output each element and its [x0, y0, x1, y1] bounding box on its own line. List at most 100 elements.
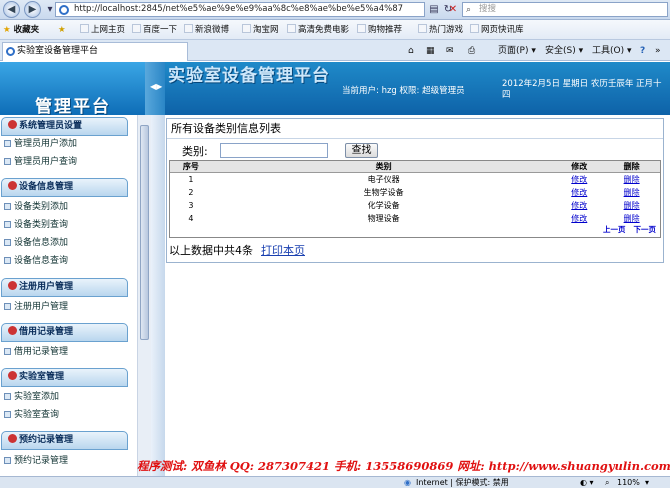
- delete-link[interactable]: 删除: [624, 188, 640, 197]
- fav-link-movies[interactable]: 高清免费电影: [287, 23, 349, 37]
- column-header-delete: 删除: [603, 161, 660, 173]
- fav-link-baidu[interactable]: 百度一下: [132, 23, 177, 37]
- compat-view-icon[interactable]: ▤: [427, 3, 441, 17]
- summary-line: 以上数据中共4条 打印本页: [169, 243, 305, 259]
- sidebar-item-category-add[interactable]: 设备类别添加: [4, 200, 68, 214]
- section-icon: [8, 281, 17, 290]
- section-header-reservation[interactable]: 预约记录管理: [1, 431, 128, 450]
- address-bar-row: ◀ ▶ ▾ http://localhost:2845/net%e5%ae%9e…: [0, 0, 670, 20]
- zoom-icon: ⌕: [605, 478, 610, 487]
- category-filter-label: 类别:: [182, 145, 208, 158]
- footer-credits: 程序测试: 双鱼林 QQ: 287307421 手机: 13558690869 …: [137, 459, 670, 473]
- zoom-dropdown-icon[interactable]: ▾: [645, 477, 649, 488]
- favorites-bar: ★ 收藏夹 ★ 上网主页 百度一下 新浪微博 淘宝网 高清免费电影 购物推荐 热…: [0, 20, 670, 40]
- section-header-users[interactable]: 注册用户管理: [1, 278, 128, 297]
- table-row: 1 电子仪器 修改 删除: [170, 173, 660, 186]
- prev-page-link[interactable]: 上一页: [603, 225, 626, 234]
- search-placeholder: 搜搜: [479, 4, 497, 14]
- delete-link[interactable]: 删除: [624, 214, 640, 223]
- ie-icon: [59, 5, 69, 15]
- browser-tab[interactable]: 实验室设备管理平台: [2, 42, 188, 61]
- row-category: 化学设备: [367, 200, 400, 210]
- fav-link-taobao[interactable]: 淘宝网: [242, 23, 279, 37]
- frame-splitter[interactable]: [151, 115, 165, 488]
- help-icon[interactable]: ?: [640, 44, 645, 58]
- back-button[interactable]: ◀: [3, 1, 20, 18]
- fav-link-games[interactable]: 热门游戏: [418, 23, 463, 37]
- section-header-lab[interactable]: 实验室管理: [1, 368, 128, 387]
- search-icon: ⌕: [466, 5, 472, 15]
- fav-link-homepage[interactable]: 上网主页: [80, 23, 125, 37]
- print-icon[interactable]: ⎙: [468, 44, 475, 58]
- category-filter-input[interactable]: [220, 143, 328, 158]
- protected-mode-icon[interactable]: ◐ ▾: [580, 477, 594, 488]
- delete-link[interactable]: 删除: [624, 201, 640, 210]
- sidebar-item-borrow-manage[interactable]: 借用记录管理: [4, 345, 68, 359]
- row-category: 物理设备: [367, 213, 400, 223]
- stop-icon[interactable]: ✕: [446, 3, 460, 17]
- feed-icon[interactable]: ▦: [426, 44, 435, 58]
- row-category: 生物学设备: [363, 187, 404, 197]
- section-icon: [8, 181, 17, 190]
- fav-link-webslices[interactable]: 网页快讯库: [470, 23, 524, 37]
- category-table: 序号 类别 修改 删除 1 电子仪器 修改 删除 2 生物学设备 修改 删除 3…: [169, 160, 661, 238]
- status-bar: ◉ Internet | 保护模式: 禁用 ◐ ▾ ⌕ 110% ▾: [0, 476, 670, 488]
- url-text: http://localhost:2845/net%e5%ae%9e%e9%aa…: [74, 4, 404, 14]
- search-input[interactable]: ⌕ 搜搜: [462, 2, 668, 17]
- zoom-level[interactable]: 110%: [617, 477, 640, 488]
- section-header-admin[interactable]: 系统管理员设置: [1, 117, 128, 136]
- globe-icon: ◉: [404, 478, 411, 487]
- more-icon[interactable]: »: [655, 44, 661, 58]
- safety-menu[interactable]: 安全(S) ▾: [545, 44, 583, 58]
- fav-link-weibo[interactable]: 新浪微博: [184, 23, 229, 37]
- page-menu[interactable]: 页面(P) ▾: [498, 44, 536, 58]
- section-header-borrow[interactable]: 借用记录管理: [1, 323, 128, 342]
- tab-title: 实验室设备管理平台: [17, 46, 99, 56]
- row-index: 1: [188, 174, 194, 184]
- print-page-link[interactable]: 打印本页: [261, 244, 305, 257]
- favorites-label: 收藏夹: [13, 25, 40, 35]
- sidebar-item-lab-add[interactable]: 实验室添加: [4, 390, 59, 404]
- sidebar-item-equipment-add[interactable]: 设备信息添加: [4, 236, 68, 250]
- collapse-toggle[interactable]: ◀▶: [145, 62, 165, 115]
- forward-button[interactable]: ▶: [24, 1, 41, 18]
- sidebar-item-admin-query[interactable]: 管理员用户查询: [4, 155, 77, 169]
- edit-link[interactable]: 修改: [571, 188, 587, 197]
- search-button[interactable]: 查找: [345, 143, 378, 158]
- page-header: 管理平台 ◀▶ 实验室设备管理平台 当前用户: hzg 权限: 超级管理员 20…: [0, 62, 670, 117]
- url-field[interactable]: http://localhost:2845/net%e5%ae%9e%e9%aa…: [55, 2, 425, 17]
- section-icon: [8, 434, 17, 443]
- record-count: 以上数据中共4条: [169, 244, 253, 257]
- fav-link-shopping[interactable]: 购物推荐: [357, 23, 402, 37]
- next-page-link[interactable]: 下一页: [634, 225, 657, 234]
- edit-link[interactable]: 修改: [571, 214, 587, 223]
- ie-icon: [6, 47, 15, 56]
- row-index: 3: [188, 200, 194, 210]
- section-header-equipment[interactable]: 设备信息管理: [1, 178, 128, 197]
- favorites-button[interactable]: ★ 收藏夹: [3, 23, 39, 37]
- table-header-row: 序号 类别 修改 删除: [170, 161, 660, 173]
- sidebar-item-admin-add[interactable]: 管理员用户添加: [4, 137, 77, 151]
- section-icon: [8, 371, 17, 380]
- tools-menu[interactable]: 工具(O) ▾: [592, 44, 632, 58]
- sidebar-item-lab-query[interactable]: 实验室查询: [4, 408, 59, 422]
- sidebar-item-user-manage[interactable]: 注册用户管理: [4, 300, 68, 314]
- tab-strip: 实验室设备管理平台 ⌂ ▦ ✉ ⎙ 页面(P) ▾ 安全(S) ▾ 工具(O) …: [0, 40, 670, 61]
- platform-label: 管理平台: [35, 97, 111, 117]
- sidebar-item-category-query[interactable]: 设备类别查询: [4, 218, 68, 232]
- column-header-category: 类别: [211, 161, 556, 173]
- edit-link[interactable]: 修改: [571, 175, 587, 184]
- edit-link[interactable]: 修改: [571, 201, 587, 210]
- mail-icon[interactable]: ✉: [446, 44, 454, 58]
- sidebar-item-reservation-manage[interactable]: 预约记录管理: [4, 454, 68, 468]
- row-index: 4: [188, 213, 194, 223]
- section-icon: [8, 120, 17, 129]
- sidebar-item-equipment-query[interactable]: 设备信息查询: [4, 254, 68, 268]
- table-row: 2 生物学设备 修改 删除: [170, 186, 660, 199]
- home-icon[interactable]: ⌂: [408, 44, 414, 58]
- star-icon: ★: [3, 25, 11, 35]
- delete-link[interactable]: 删除: [624, 175, 640, 184]
- scrollbar-thumb[interactable]: [140, 125, 149, 340]
- panel-title: 所有设备类别信息列表: [167, 119, 663, 139]
- add-favorite-icon[interactable]: ★: [58, 23, 66, 37]
